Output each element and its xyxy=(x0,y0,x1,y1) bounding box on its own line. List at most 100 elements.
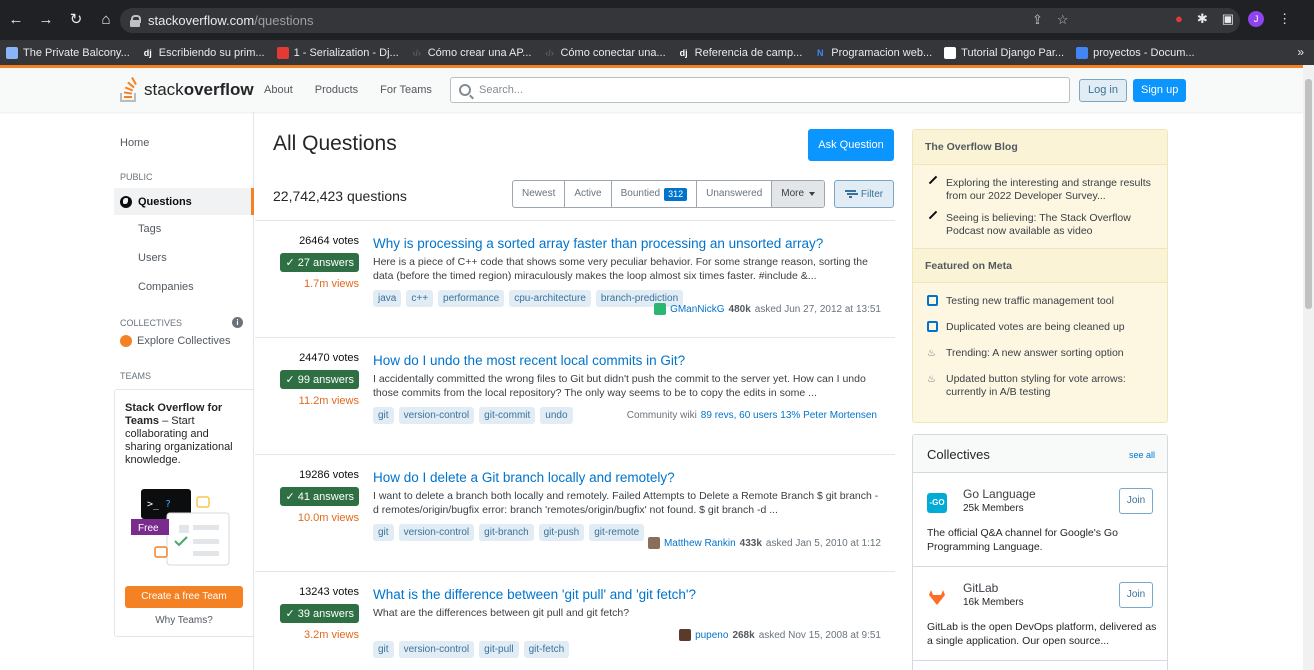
sidebar-item-tags[interactable]: Tags xyxy=(138,223,161,235)
view-count: 11.2m views xyxy=(298,395,359,407)
tag[interactable]: performance xyxy=(438,290,505,307)
address-bar[interactable]: stackoverflow.com/questions ⇪ ☆ xyxy=(120,8,1240,33)
tag[interactable]: git-fetch xyxy=(523,641,570,658)
user-name-link[interactable]: pupeno xyxy=(695,630,728,641)
tag[interactable]: version-control xyxy=(398,641,475,658)
scrollbar-thumb[interactable] xyxy=(1305,79,1312,309)
meta-icon xyxy=(927,321,938,332)
sort-tabs: Newest Active Bountied 312 Unanswered Mor… xyxy=(512,180,826,208)
question-title-link[interactable]: Why is processing a sorted array faster … xyxy=(373,235,883,252)
extension-icon[interactable]: ● xyxy=(1175,11,1183,27)
puzzle-icon[interactable]: ✱ xyxy=(1197,11,1208,27)
tag[interactable]: git xyxy=(373,407,394,424)
tag[interactable]: java xyxy=(373,290,402,307)
tab-more[interactable]: More xyxy=(772,181,825,207)
meta-item[interactable]: ♨ Updated button styling for vote arrows:… xyxy=(913,373,1167,399)
tag[interactable]: c++ xyxy=(406,290,434,307)
nav-for-teams[interactable]: For Teams xyxy=(380,84,432,96)
sidebar-item-home[interactable]: Home xyxy=(120,137,149,149)
user-reputation: 268k xyxy=(732,629,755,641)
tab-active[interactable]: Active xyxy=(565,181,612,207)
sidebar-section-collectives: COLLECTIVES xyxy=(120,318,183,328)
info-icon[interactable]: i xyxy=(232,317,243,328)
collective-description: The official Q&A channel for Google's Go… xyxy=(927,527,1118,553)
sidebar-item-questions[interactable]: Questions xyxy=(114,188,254,215)
star-icon[interactable]: ☆ xyxy=(1057,12,1069,28)
reload-icon[interactable]: ↻ xyxy=(68,11,84,29)
question-title-link[interactable]: What is the difference between 'git pull… xyxy=(373,586,883,603)
nav-products[interactable]: Products xyxy=(315,84,358,96)
collective-name-link[interactable]: Go Language xyxy=(963,487,1036,501)
nav-about[interactable]: About xyxy=(264,84,293,96)
wiki-revisions-link[interactable]: 89 revs, 60 users 13% Peter Mortensen xyxy=(701,410,877,421)
vote-count: 24470 votes xyxy=(299,352,359,364)
bookmark-item[interactable]: ‹/› Cómo crear una AP... xyxy=(411,47,531,59)
tag[interactable]: git-push xyxy=(538,524,585,541)
join-button[interactable]: Join xyxy=(1119,582,1153,608)
tab-unanswered[interactable]: Unanswered xyxy=(697,181,773,207)
user-avatar[interactable] xyxy=(654,303,667,315)
tag[interactable]: version-control xyxy=(398,524,475,541)
user-name-link[interactable]: Matthew Rankin xyxy=(664,538,736,549)
bookmark-item[interactable]: dj Escribiendo su prim... xyxy=(142,47,265,59)
see-all-link[interactable]: see all xyxy=(1129,450,1155,460)
meta-item[interactable]: ♨ Trending: A new answer sorting option xyxy=(913,347,1167,360)
meta-item[interactable]: Duplicated votes are being cleaned up xyxy=(913,321,1167,334)
question-count: 22,742,423 questions xyxy=(273,188,407,204)
signup-button[interactable]: Sign up xyxy=(1133,79,1187,102)
so-logo[interactable]: stack overflow xyxy=(118,77,254,103)
back-icon[interactable]: ← xyxy=(8,11,24,29)
user-avatar[interactable] xyxy=(679,629,692,641)
stackoverflow-logo-icon xyxy=(120,77,137,102)
collective-name-link[interactable]: GitLab xyxy=(963,581,998,595)
tag[interactable]: git-branch xyxy=(479,524,534,541)
login-button[interactable]: Log in xyxy=(1079,79,1127,102)
meta-item[interactable]: Testing new traffic management tool xyxy=(913,295,1167,308)
question-title-link[interactable]: How do I delete a Git branch locally and… xyxy=(373,469,883,486)
tab-bountied[interactable]: Bountied 312 xyxy=(612,181,698,207)
tag[interactable]: version-control xyxy=(398,407,475,424)
sidebar-item-users[interactable]: Users xyxy=(138,252,167,264)
share-icon[interactable]: ⇪ xyxy=(1032,12,1043,28)
question-title-link[interactable]: How do I undo the most recent local comm… xyxy=(373,352,883,369)
filter-button[interactable]: Filter xyxy=(834,180,894,208)
tag[interactable]: git xyxy=(373,641,394,658)
forward-icon[interactable]: → xyxy=(38,11,54,29)
user-avatar[interactable] xyxy=(647,537,660,549)
bookmark-item[interactable]: proyectos - Docum... xyxy=(1076,46,1195,59)
bookmarks-more-icon[interactable]: » xyxy=(1297,45,1304,59)
question-meta: pupeno 268k asked Nov 15, 2008 at 9:51 xyxy=(679,629,881,641)
tab-newest[interactable]: Newest xyxy=(513,181,566,207)
tag[interactable]: undo xyxy=(540,407,573,424)
tag[interactable]: git-remote xyxy=(589,524,645,541)
sidebar-item-explore-collectives[interactable]: Explore Collectives xyxy=(120,335,231,347)
bookmark-item[interactable]: 1 - Serialization - Dj... xyxy=(276,46,399,59)
blog-item[interactable]: Exploring the interesting and strange re… xyxy=(913,175,1167,203)
tag[interactable]: git xyxy=(373,524,394,541)
bookmark-item[interactable]: The Private Balcony... xyxy=(6,46,130,59)
user-name-link[interactable]: GManNickG xyxy=(670,304,724,315)
page-title: All Questions xyxy=(273,132,397,155)
join-button[interactable]: Join xyxy=(1119,488,1153,514)
question-meta: Matthew Rankin 433k asked Jan 5, 2010 at 1… xyxy=(647,537,881,549)
sidepanel-icon[interactable]: ▣ xyxy=(1222,11,1234,27)
search-input[interactable]: Search... xyxy=(450,77,1070,103)
home-icon[interactable]: ⌂ xyxy=(98,11,114,29)
why-teams-link[interactable]: Why Teams? xyxy=(125,615,243,626)
tag[interactable]: git-commit xyxy=(479,407,536,424)
answer-count-badge: ✓ 39 answers xyxy=(280,604,359,623)
tag[interactable]: git-pull xyxy=(479,641,519,658)
sidebar-item-companies[interactable]: Companies xyxy=(138,281,194,293)
trend-icon: ♨ xyxy=(927,348,936,359)
bookmark-item[interactable]: dj Referencia de camp... xyxy=(678,47,803,59)
bookmark-item[interactable]: Tutorial Django Par... xyxy=(944,46,1064,59)
bookmark-item[interactable]: N Programacion web... xyxy=(814,47,932,59)
ask-question-button[interactable]: Ask Question xyxy=(808,129,894,161)
tag[interactable]: cpu-architecture xyxy=(509,290,591,307)
page-scrollbar[interactable] xyxy=(1303,65,1314,670)
profile-avatar[interactable]: J xyxy=(1248,11,1265,27)
blog-item[interactable]: Seeing is believing: The Stack Overflow … xyxy=(913,210,1167,238)
bookmark-item[interactable]: ‹/› Cómo conectar una... xyxy=(543,47,665,59)
create-team-button[interactable]: Create a free Team xyxy=(125,586,243,608)
menu-icon[interactable]: ⋮ xyxy=(1278,11,1291,27)
